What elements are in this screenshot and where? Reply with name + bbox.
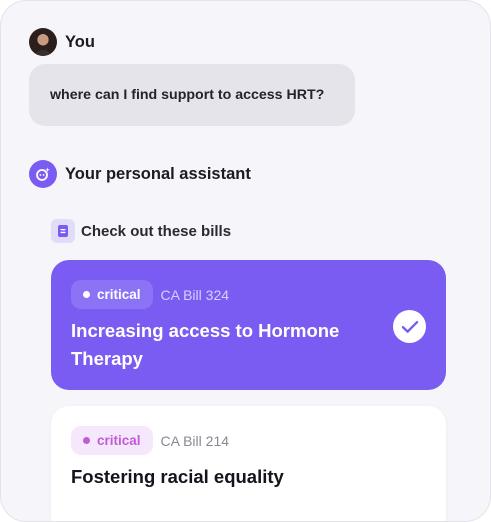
- bill-number: CA Bill 214: [160, 432, 230, 449]
- badge-dot: [83, 291, 90, 298]
- user-message-text: where can I find support to access HRT?: [50, 87, 325, 103]
- bills-section-label: Check out these bills: [51, 219, 231, 243]
- bill-number: CA Bill 324: [160, 286, 230, 303]
- badge-label: critical: [97, 433, 141, 448]
- user-message-header: You: [29, 28, 95, 56]
- document-icon: [51, 219, 75, 243]
- priority-badge: critical: [71, 280, 153, 309]
- bill-card-selected[interactable]: critical CA Bill 324 Increasing access t…: [51, 260, 446, 390]
- user-name: You: [65, 32, 95, 51]
- section-label-text: Check out these bills: [81, 222, 232, 240]
- bill-meta: critical CA Bill 324: [71, 280, 426, 309]
- bill-title: Increasing access to Hormone Therapy: [71, 320, 340, 369]
- badge-dot: [83, 437, 90, 444]
- assistant-sparkle-icon: [29, 160, 57, 188]
- user-message-bubble: where can I find support to access HRT?: [29, 64, 355, 126]
- checkmark-icon[interactable]: [393, 310, 426, 343]
- chat-panel: You where can I find support to access H…: [0, 0, 491, 522]
- assistant-name: Your personal assistant: [65, 164, 251, 183]
- user-avatar: [29, 28, 57, 56]
- priority-badge: critical: [71, 426, 153, 455]
- badge-label: critical: [97, 287, 141, 302]
- bill-title: Fostering racial equality: [71, 466, 284, 487]
- assistant-message-header: Your personal assistant: [29, 160, 251, 188]
- bill-meta: critical CA Bill 214: [71, 426, 426, 455]
- bill-card[interactable]: critical CA Bill 214 Fostering racial eq…: [51, 406, 446, 521]
